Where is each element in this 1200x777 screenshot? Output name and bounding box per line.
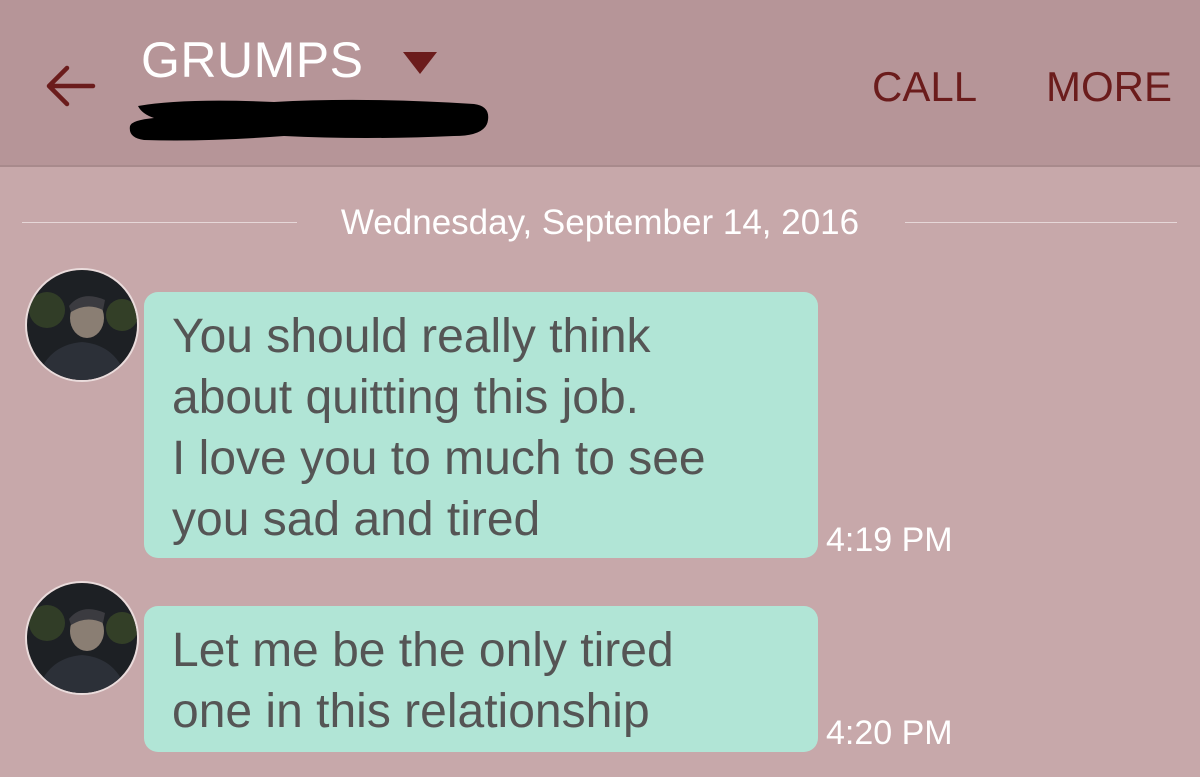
triangle-down-icon[interactable] [401, 50, 439, 76]
message-bubble[interactable]: You should really think about quitting t… [144, 292, 818, 558]
arrow-left-icon [46, 65, 96, 107]
back-button[interactable] [40, 56, 100, 116]
message-timestamp: 4:20 PM [826, 714, 953, 752]
date-label: Wednesday, September 14, 2016 [340, 203, 860, 242]
more-button[interactable]: MORE [1046, 62, 1172, 112]
avatar[interactable] [25, 268, 139, 382]
contact-name[interactable]: GRUMPS [141, 30, 363, 90]
message-timestamp: 4:19 PM [826, 521, 953, 559]
avatar-photo [27, 270, 137, 380]
call-button[interactable]: CALL [872, 62, 977, 112]
divider-left [22, 222, 297, 223]
conversation-header: GRUMPS CALL MORE [0, 0, 1200, 167]
divider-right [905, 222, 1177, 223]
message-bubble[interactable]: Let me be the only tired one in this rel… [144, 606, 818, 752]
avatar[interactable] [25, 581, 139, 695]
date-separator: Wednesday, September 14, 2016 [0, 195, 1200, 251]
avatar-photo [27, 583, 137, 693]
redaction-mark [129, 99, 489, 141]
